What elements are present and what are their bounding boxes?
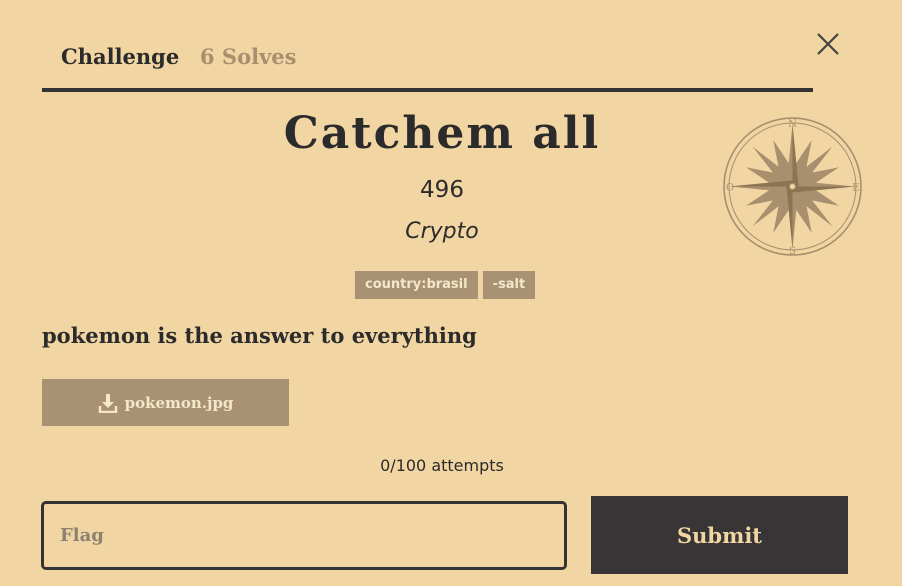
submit-button[interactable]: Submit (591, 496, 848, 574)
compass-rose-icon: N S E O (723, 117, 862, 257)
compass-west-label: O (726, 183, 734, 194)
tag-badge: -salt (482, 271, 536, 299)
file-name: pokemon.jpg (124, 393, 234, 412)
compass-south-label: S (789, 246, 796, 257)
close-button[interactable] (810, 26, 846, 62)
tab-challenge[interactable]: Challenge (61, 44, 179, 69)
attempts-counter: 0/100 attempts (380, 456, 504, 475)
file-download-button[interactable]: pokemon.jpg (42, 379, 289, 426)
close-icon (817, 33, 839, 55)
download-icon (98, 393, 117, 413)
compass-east-label: E (852, 183, 859, 194)
tab-solves[interactable]: 6 Solves (200, 44, 296, 69)
flag-input[interactable] (41, 501, 567, 570)
challenge-tabs: Challenge 6 Solves (42, 34, 813, 92)
challenge-tags: country:brasil -salt (355, 271, 536, 299)
compass-north-label: N (788, 119, 797, 130)
tag-badge: country:brasil (355, 271, 478, 299)
challenge-description: pokemon is the answer to everything (42, 323, 477, 348)
